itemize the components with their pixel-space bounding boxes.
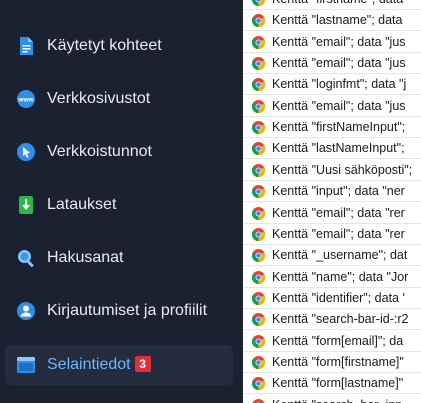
chrome-icon <box>252 313 265 327</box>
list-item-text: Kenttä "name"; data "Jor <box>272 269 409 284</box>
list-item[interactable]: Kenttä "name"; data "Jor <box>243 267 421 288</box>
sidebar-item-kaytetyt-kohteet[interactable]: Käytetyt kohteet <box>5 26 233 66</box>
chrome-icon <box>252 142 265 156</box>
sidebar: Käytetyt kohteet www Verkkosivustot Verk… <box>0 0 243 403</box>
chrome-icon <box>252 57 265 71</box>
list-item[interactable]: Kenttä "identifier"; data ' <box>243 288 421 309</box>
list-item-text: Kenttä "lastname"; data <box>272 13 403 28</box>
sidebar-item-hakusanat[interactable]: Hakusanat <box>5 238 233 278</box>
list-item[interactable]: Kenttä "lastNameInput"; <box>243 138 421 160</box>
list-item[interactable]: Kenttä "search_bar_inp <box>243 395 421 403</box>
list-item-text: Kenttä "firstname"; data <box>272 0 403 6</box>
list-item-text: Kenttä "loginfmt"; data "j <box>272 77 407 92</box>
chrome-icon <box>252 14 265 28</box>
list-item-text: Kenttä "form[email]"; da <box>272 333 404 348</box>
chrome-icon <box>252 270 265 284</box>
count-badge: 3 <box>134 356 151 372</box>
chrome-icon <box>252 334 265 348</box>
list-item[interactable]: Kenttä "_username"; dat <box>243 245 421 267</box>
list-item-text: Kenttä "email"; data "jus <box>272 34 406 49</box>
list-item[interactable]: Kenttä "email"; data "jus <box>243 32 421 53</box>
chrome-icon <box>252 163 265 177</box>
list-item-text: Kenttä "email"; data "rer <box>272 205 405 220</box>
list-item[interactable]: Kenttä "email"; data "jus <box>243 96 421 117</box>
www-globe-icon: www <box>17 90 35 108</box>
list-item-text: Kenttä "form[lastname]" <box>272 376 404 391</box>
list-item[interactable]: Kenttä "lastname"; data <box>243 10 421 32</box>
list-item[interactable]: Kenttä "Uusi sähköposti"; <box>243 160 421 181</box>
list-item[interactable]: Kenttä "input"; data "ner <box>243 181 421 203</box>
chrome-icon <box>252 398 265 403</box>
browser-data-list: Kenttä "firstname"; data Kenttä "lastname… <box>243 0 421 403</box>
list-item[interactable]: Kenttä "email"; data "rer <box>243 203 421 224</box>
list-item[interactable]: Kenttä "loginfmt"; data "j <box>243 74 421 96</box>
list-item[interactable]: Kenttä "firstname"; data <box>243 0 421 10</box>
list-item-text: Kenttä "input"; data "ner <box>272 184 405 199</box>
list-item-text: Kenttä "identifier"; data ' <box>272 290 405 305</box>
list-item[interactable]: Kenttä "email"; data "jus <box>243 53 421 75</box>
list-item[interactable]: Kenttä "firstNameInput"; <box>243 117 421 139</box>
search-icon <box>18 250 34 267</box>
document-icon <box>20 37 33 55</box>
sidebar-item-label: Kirjautumiset ja profiilit <box>47 302 208 319</box>
list-item[interactable]: Kenttä "form[firstname]" <box>243 352 421 373</box>
sidebar-item-label: Lataukset <box>47 196 117 213</box>
list-item[interactable]: Kenttä "search-bar-id-:r2 <box>243 309 421 331</box>
list-item-text: Kenttä "Uusi sähköposti"; <box>272 162 413 177</box>
sidebar-item-label: Verkkosivustot <box>47 90 151 107</box>
chrome-icon <box>252 35 265 49</box>
chrome-icon <box>252 355 265 369</box>
chrome-icon <box>252 227 265 241</box>
sidebar-item-kirjautumiset-ja-profiilit[interactable]: Kirjautumiset ja profiilit <box>5 291 233 331</box>
list-item-text: Kenttä "search-bar-id-:r2 <box>272 312 409 327</box>
chrome-icon <box>252 185 265 199</box>
browser-window-icon <box>17 357 35 373</box>
chrome-icon <box>252 121 265 135</box>
svg-text:www: www <box>17 96 34 103</box>
sidebar-item-lataukset[interactable]: Lataukset <box>5 185 233 225</box>
download-icon <box>19 196 33 214</box>
list-item-text: Kenttä "email"; data "rer <box>272 226 405 241</box>
chrome-icon <box>252 249 265 263</box>
list-item[interactable]: Kenttä "form[lastname]" <box>243 373 421 395</box>
sidebar-item-selaintiedot[interactable]: Selaintiedot 3 <box>5 345 233 385</box>
list-item-text: Kenttä "email"; data "jus <box>272 98 406 113</box>
chrome-icon <box>252 78 265 92</box>
list-item-text: Kenttä "lastNameInput"; <box>272 141 405 156</box>
sidebar-item-verkkoistunnot[interactable]: Verkkoistunnot <box>5 132 233 172</box>
chrome-icon <box>252 291 265 305</box>
sidebar-item-verkkosivustot[interactable]: www Verkkosivustot <box>5 79 233 119</box>
user-profile-icon <box>17 302 35 320</box>
list-item[interactable]: Kenttä "form[email]"; da <box>243 331 421 352</box>
list-item-text: Kenttä "search_bar_inp <box>272 398 402 403</box>
chrome-icon <box>252 377 265 391</box>
sidebar-item-label: Hakusanat <box>47 249 124 266</box>
sidebar-item-label: Verkkoistunnot <box>47 143 152 160</box>
chrome-icon <box>252 99 265 113</box>
cursor-session-icon <box>17 143 35 161</box>
list-item-text: Kenttä "firstNameInput"; <box>272 120 406 135</box>
list-item-text: Kenttä "_username"; dat <box>272 248 408 263</box>
sidebar-item-label: Selaintiedot <box>47 356 131 373</box>
sidebar-item-label: Käytetyt kohteet <box>47 37 162 54</box>
list-item-text: Kenttä "email"; data "jus <box>272 56 406 71</box>
list-item[interactable]: Kenttä "email"; data "rer <box>243 224 421 245</box>
list-item-text: Kenttä "form[firstname]" <box>272 354 404 369</box>
chrome-icon <box>252 206 265 220</box>
chrome-icon <box>252 0 265 6</box>
